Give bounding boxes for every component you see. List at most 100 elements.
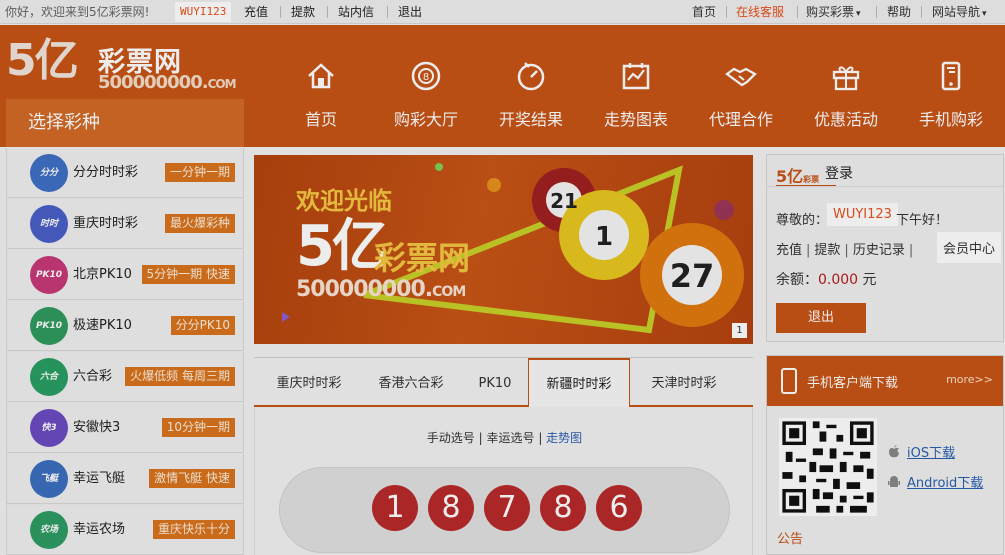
lottery-name: 六合彩 bbox=[73, 369, 113, 384]
lottery-logo-icon: PK10 bbox=[30, 256, 68, 294]
nav-mobile-purchase[interactable]: 手机购彩 bbox=[901, 60, 1001, 130]
logo-url-suffix: COM bbox=[207, 77, 237, 91]
buy-lottery-label: 购买彩票 bbox=[806, 5, 855, 19]
banner-page-indicator[interactable]: 1 bbox=[732, 323, 747, 338]
notice-title: 公告 bbox=[777, 532, 804, 547]
withdraw-link[interactable]: 提款 bbox=[814, 243, 840, 258]
top-buy-lottery-menu[interactable]: 购买彩票 ▾ bbox=[806, 0, 861, 26]
divider bbox=[387, 6, 388, 18]
balance-unit: 元 bbox=[862, 272, 877, 288]
account-panel: 5亿彩票 登录 尊敬的： WUYI123 下午好！ 充值 | 提款 | 历史记录 | 会员… bbox=[766, 154, 1004, 342]
top-site-nav-menu[interactable]: 网站导航 ▾ bbox=[932, 0, 987, 26]
number-ball[interactable]: 6 bbox=[596, 485, 642, 531]
logout-button[interactable]: 退出 bbox=[776, 303, 866, 333]
lottery-list-item[interactable]: PK10 极速PK10 分分PK10 bbox=[6, 301, 244, 351]
promo-banner[interactable]: 21 1 27 欢迎光临 5亿 彩票网 500000000.COM 1 bbox=[254, 155, 753, 344]
nav-lottery-hall[interactable]: 8 购彩大厅 bbox=[376, 60, 476, 130]
number-ball[interactable]: 8 bbox=[428, 485, 474, 531]
banner-url-main: 500000000. bbox=[296, 277, 433, 302]
lottery-tag: 10分钟一期 bbox=[161, 418, 235, 437]
tab-hk-mark-six[interactable]: 香港六合彩 bbox=[362, 358, 460, 406]
top-logout-link[interactable]: 退出 bbox=[398, 0, 422, 24]
nav-promotions[interactable]: 优惠活动 bbox=[796, 60, 896, 130]
lottery-list-item[interactable]: 飞艇 幸运飞艇 激情飞艇 快速 bbox=[6, 454, 244, 504]
lottery-tabs: 重庆时时彩 香港六合彩 PK10 新疆时时彩 天津时时彩 bbox=[254, 357, 753, 408]
svg-text:1: 1 bbox=[595, 222, 613, 252]
lottery-list-item[interactable]: 分分 分分时时彩 一分钟一期 bbox=[6, 148, 244, 198]
divider: | bbox=[844, 243, 849, 258]
lottery-list-item[interactable]: 农场 幸运农场 重庆快乐十分 bbox=[6, 505, 244, 555]
ios-download-link[interactable]: iOS下载 bbox=[887, 442, 955, 461]
top-recharge-link[interactable]: 充值 bbox=[244, 0, 268, 24]
nav-mobile-purchase-label: 手机购彩 bbox=[918, 110, 983, 129]
recharge-link[interactable]: 充值 bbox=[776, 243, 802, 258]
tab-xinjiang-ssc[interactable]: 新疆时时彩 bbox=[528, 358, 630, 408]
number-pick-panel: 手动选号 | 幸运选号 | 走势图 1 8 7 8 6 bbox=[254, 407, 753, 555]
ios-download-label: iOS下载 bbox=[907, 446, 956, 461]
svg-text:27: 27 bbox=[670, 257, 715, 295]
lottery-list-item[interactable]: 六合 六合彩 火爆低频 每周三期 bbox=[6, 352, 244, 402]
login-title: 登录 bbox=[825, 166, 853, 182]
divider bbox=[726, 6, 727, 18]
top-inbox-link[interactable]: 站内信 bbox=[338, 0, 374, 24]
lottery-name: 幸运农场 bbox=[73, 522, 126, 537]
lucky-pick-link[interactable]: 幸运选号 bbox=[486, 431, 534, 445]
number-ball[interactable]: 1 bbox=[372, 485, 418, 531]
logo-url-main: 500000000. bbox=[98, 72, 209, 93]
account-username: WUYI123 bbox=[827, 203, 898, 226]
nav-results[interactable]: 开奖结果 bbox=[481, 60, 581, 130]
lottery-list-item[interactable]: 时时 重庆时时彩 最火爆彩种 bbox=[6, 199, 244, 249]
nav-promotions-label: 优惠活动 bbox=[813, 110, 878, 129]
android-icon bbox=[888, 476, 900, 487]
manual-pick-link[interactable]: 手动选号 bbox=[427, 431, 475, 445]
banner-mark: 5亿 bbox=[296, 214, 388, 279]
phone-icon bbox=[781, 368, 797, 394]
qr-code bbox=[779, 418, 877, 516]
gift-icon bbox=[832, 66, 860, 91]
top-home-link[interactable]: 首页 bbox=[692, 0, 716, 24]
nav-home[interactable]: 首页 bbox=[271, 60, 371, 130]
account-brand-small: 彩票 bbox=[803, 175, 820, 184]
lottery-tag: 火爆低频 每周三期 bbox=[125, 367, 235, 386]
banner-welcome: 欢迎光临 bbox=[296, 187, 392, 215]
nav-trend-charts[interactable]: 走势图表 bbox=[586, 60, 686, 130]
result-dial-icon bbox=[517, 62, 545, 91]
divider bbox=[876, 6, 877, 18]
number-ball[interactable]: 8 bbox=[540, 485, 586, 531]
number-ball[interactable]: 7 bbox=[484, 485, 530, 531]
lottery-list-item[interactable]: PK10 北京PK10 5分钟一期 快速 bbox=[6, 250, 244, 300]
dear-label: 尊敬的： bbox=[776, 213, 829, 228]
member-center-link[interactable]: 会员中心 bbox=[937, 232, 1002, 263]
history-link[interactable]: 历史记录 bbox=[853, 243, 905, 258]
tab-chongqing-ssc[interactable]: 重庆时时彩 bbox=[260, 358, 358, 406]
divider bbox=[797, 6, 798, 18]
divider: | bbox=[908, 243, 914, 258]
lottery-name: 重庆时时彩 bbox=[73, 216, 139, 231]
lottery-category-title: 选择彩种 bbox=[6, 99, 244, 147]
lottery-logo-icon: 分分 bbox=[30, 154, 68, 192]
top-help-link[interactable]: 帮助 bbox=[887, 0, 911, 24]
lottery-sidebar: 分分 分分时时彩 一分钟一期 时时 重庆时时彩 最火爆彩种 PK10 北京PK10 5分钟一期 … bbox=[6, 148, 244, 555]
lottery-name: 幸运飞艇 bbox=[73, 471, 126, 486]
mobile-icon bbox=[941, 61, 961, 91]
logo-mark: 5亿 bbox=[6, 35, 79, 86]
tab-tianjin-ssc[interactable]: 天津时时彩 bbox=[634, 358, 734, 406]
android-download-link[interactable]: Android下载 bbox=[887, 472, 983, 491]
nav-agency[interactable]: 代理合作 bbox=[691, 60, 791, 130]
balance-amount: 0.000 bbox=[818, 272, 859, 288]
nav-agency-label: 代理合作 bbox=[708, 110, 773, 129]
top-withdraw-link[interactable]: 提款 bbox=[291, 0, 315, 24]
top-username[interactable]: WUYI123 bbox=[175, 2, 232, 22]
tab-pk10[interactable]: PK10 bbox=[464, 358, 526, 406]
account-links: 充值 | 提款 | 历史记录 | bbox=[776, 239, 917, 258]
nav-home-label: 首页 bbox=[304, 110, 337, 129]
android-download-label: Android下载 bbox=[907, 476, 984, 491]
trend-chart-link[interactable]: 走势图 bbox=[546, 431, 582, 445]
lottery-logo-icon: 时时 bbox=[30, 205, 68, 243]
lottery-list-item[interactable]: 快3 安徽快3 10分钟一期 bbox=[6, 403, 244, 453]
more-link[interactable]: more>> bbox=[946, 373, 993, 386]
top-service-link[interactable]: 在线客服 bbox=[736, 0, 784, 24]
lottery-name: 北京PK10 bbox=[73, 267, 132, 282]
lottery-ball-icon: 8 bbox=[411, 61, 441, 91]
lottery-tag: 一分钟一期 bbox=[164, 163, 235, 182]
